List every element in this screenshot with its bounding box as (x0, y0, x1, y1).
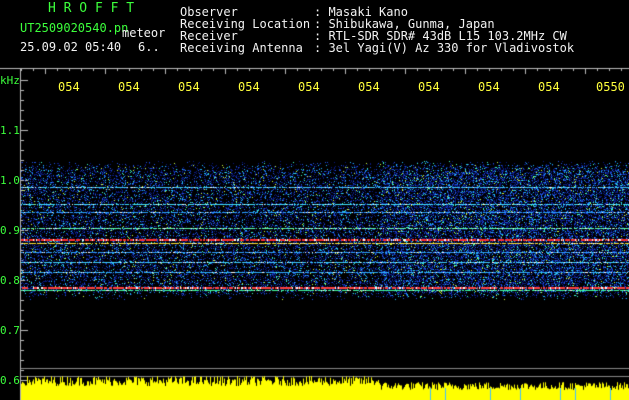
file-name: UT2509020540.pn (20, 21, 129, 35)
freq-label: 0.7 (0, 324, 20, 337)
time-tick: 054 (538, 80, 560, 94)
freq-label: 1.0 (0, 174, 20, 187)
time-tick: 054 (58, 80, 80, 94)
freq-label: 0.6 (0, 374, 20, 387)
mode-label: meteor (122, 26, 166, 40)
date-time: 25.09.02 05:40 (20, 40, 122, 54)
time-tick: 054 (418, 80, 440, 94)
time-tick-last: 0550 (596, 80, 625, 94)
time-tick: 054 (478, 80, 500, 94)
freq-unit: kHz (0, 74, 20, 87)
freq-label: 0.9 (0, 224, 20, 237)
brand-title: H R O F F T (48, 1, 135, 16)
scale-label: 6.. (138, 40, 160, 54)
freq-label: 1.1 (0, 124, 20, 137)
time-tick: 054 (118, 80, 140, 94)
freq-label: 0.8 (0, 274, 20, 287)
time-tick: 054 (358, 80, 380, 94)
antenna-value: : 3el Yagi(V) Az 330 for Vladivostok (314, 41, 575, 55)
time-tick: 054 (238, 80, 260, 94)
time-tick: 054 (178, 80, 200, 94)
antenna-label: Receiving Antenna (180, 41, 303, 55)
time-tick: 054 (298, 80, 320, 94)
spectrogram-canvas (0, 0, 629, 400)
